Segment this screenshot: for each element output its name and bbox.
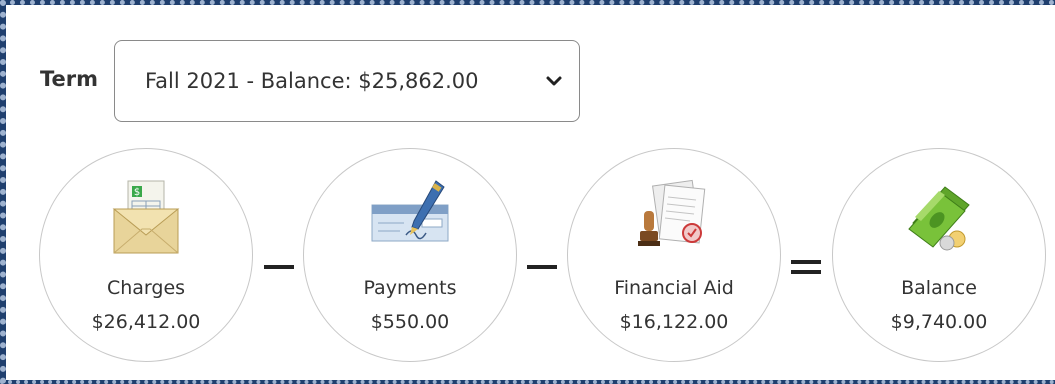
minus-operator <box>264 255 294 279</box>
minus-operator <box>527 255 557 279</box>
financial-aid-label: Financial Aid <box>614 277 734 299</box>
payments-card: Payments $550.00 <box>303 148 517 362</box>
balance-amount: $9,740.00 <box>890 311 988 333</box>
payment-check-icon <box>370 177 450 257</box>
equals-operator <box>791 255 821 279</box>
charges-amount: $26,412.00 <box>91 311 201 333</box>
balance-label: Balance <box>901 277 977 299</box>
financial-aid-card: Financial Aid $16,122.00 <box>567 148 781 362</box>
payments-label: Payments <box>363 277 457 299</box>
payments-amount: $550.00 <box>370 311 450 333</box>
chevron-down-icon <box>545 73 563 87</box>
term-select-value: Fall 2021 - Balance: $25,862.00 <box>145 69 479 93</box>
charges-label: Charges <box>106 277 186 299</box>
summary-panel: Term Fall 2021 - Balance: $25,862.00 $ C… <box>0 0 1055 384</box>
charges-card: $ Charges $26,412.00 <box>39 148 253 362</box>
financial-aid-amount: $16,122.00 <box>619 311 729 333</box>
term-label: Term <box>40 67 99 91</box>
svg-text:$: $ <box>134 187 140 198</box>
money-stack-icon <box>899 177 979 257</box>
charges-envelope-icon: $ <box>106 177 186 257</box>
balance-card: Balance $9,740.00 <box>832 148 1046 362</box>
term-select[interactable]: Fall 2021 - Balance: $25,862.00 <box>114 40 580 122</box>
financial-aid-document-icon <box>634 177 714 257</box>
